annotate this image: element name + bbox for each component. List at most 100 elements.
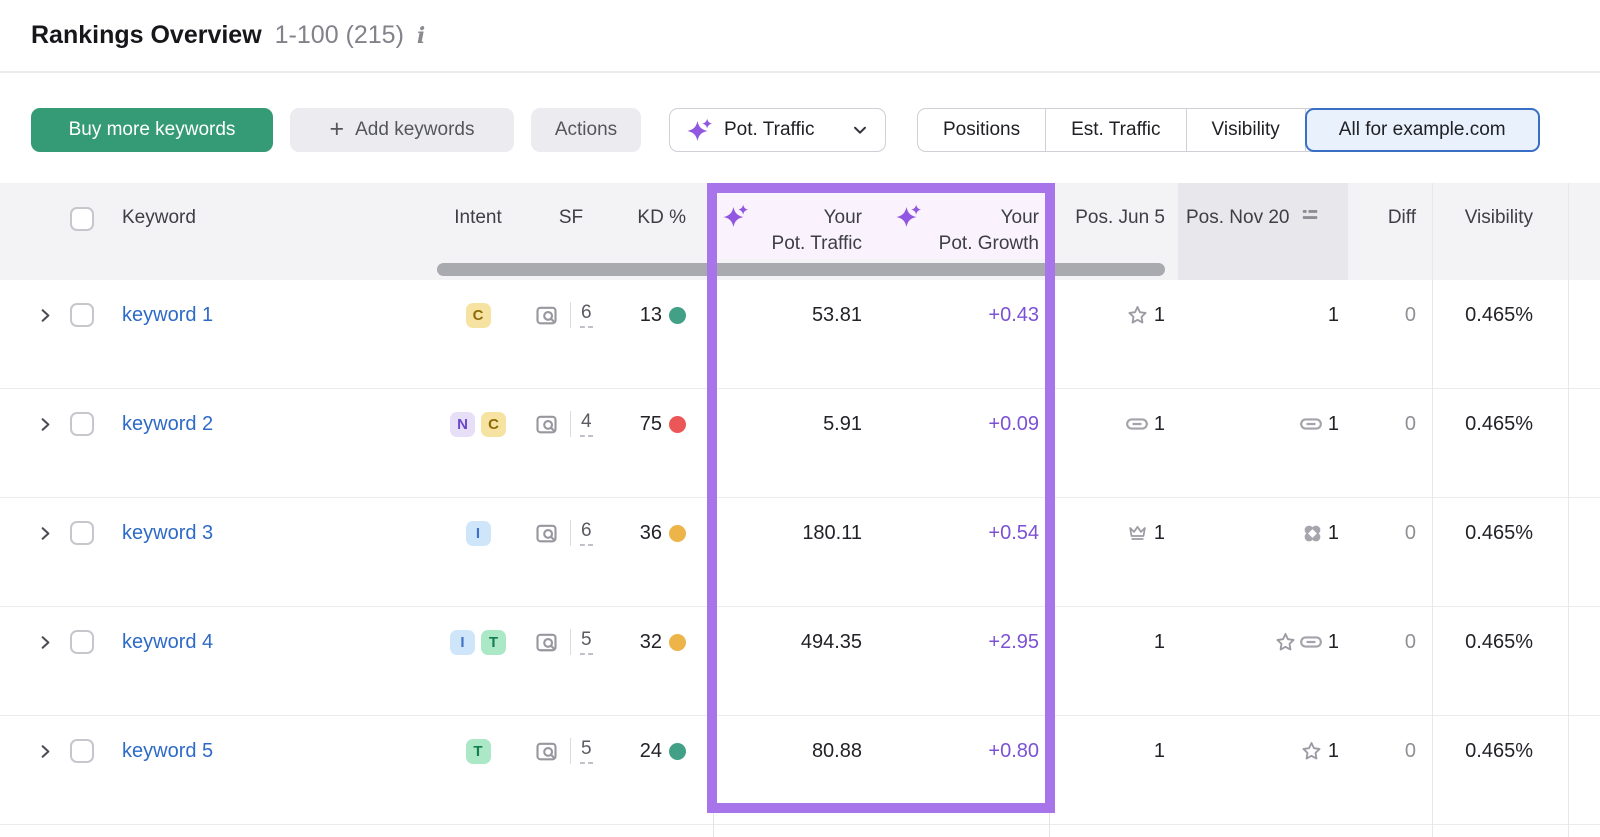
add-keywords-button[interactable]: + Add keywords	[290, 108, 514, 152]
column-header-keyword[interactable]: Keyword	[122, 205, 196, 231]
keyword-link[interactable]: keyword 5	[122, 736, 412, 766]
actions-button[interactable]: Actions	[531, 108, 641, 152]
kd-cell: 24	[606, 736, 686, 766]
rankings-overview-panel: Rankings Overview 1-100 (215) i Buy more…	[0, 0, 1600, 837]
row-checkbox[interactable]	[70, 303, 94, 327]
pot-traffic-value: 80.88	[718, 736, 862, 766]
kd-value: 32	[640, 631, 662, 654]
view-tab-all-for-example-com[interactable]: All for example.com	[1305, 108, 1540, 152]
column-header-visibility[interactable]: Visibility	[1437, 205, 1533, 231]
keyword-link[interactable]: keyword 1	[122, 300, 412, 330]
sf-count[interactable]: 5	[580, 738, 593, 764]
column-header-intent[interactable]: Intent	[426, 205, 530, 231]
keyword-link[interactable]: keyword 4	[122, 627, 412, 657]
pos-jun5-value: 1	[1154, 740, 1165, 763]
diff-value: 0	[1368, 300, 1416, 330]
column-header-sf[interactable]: SF	[528, 205, 614, 231]
row-checkbox[interactable]	[70, 412, 94, 436]
serp-features-icon[interactable]	[534, 739, 559, 764]
intent-badge-I: I	[466, 521, 491, 546]
divider	[570, 629, 571, 655]
expand-row-chevron-icon[interactable]	[36, 736, 60, 766]
clover-icon	[1302, 523, 1323, 544]
table-row: keyword 3 I 6 36 180.11 +0.54 1 1 0 0.46…	[0, 498, 1600, 607]
chevron-down-icon	[851, 121, 869, 139]
kd-level-dot	[669, 743, 686, 760]
column-header-diff[interactable]: Diff	[1368, 205, 1416, 231]
divider	[570, 520, 571, 546]
kd-value: 75	[640, 413, 662, 436]
kd-level-dot	[669, 525, 686, 542]
keyword-link[interactable]: keyword 2	[122, 409, 412, 439]
column-header-pos-jun5[interactable]: Pos. Jun 5	[1063, 205, 1165, 231]
view-tab-positions[interactable]: Positions	[918, 109, 1046, 151]
kd-value: 24	[640, 740, 662, 763]
row-checkbox[interactable]	[70, 521, 94, 545]
pos-jun5-value: 1	[1154, 304, 1165, 327]
pos-jun5-cell: 1	[1063, 409, 1165, 439]
kd-level-dot	[669, 416, 686, 433]
serp-features-icon[interactable]	[534, 303, 559, 328]
row-checkbox[interactable]	[70, 739, 94, 763]
column-header-pot-traffic[interactable]: Your Pot. Traffic	[718, 205, 862, 257]
intent-badge-T: T	[466, 739, 491, 764]
pos-nov20-cell: 1	[1185, 300, 1339, 330]
sf-count[interactable]: 5	[580, 629, 593, 655]
column-header-pos-nov20[interactable]: Pos. Nov 20	[1186, 205, 1346, 231]
expand-row-chevron-icon[interactable]	[36, 518, 60, 548]
sf-count[interactable]: 4	[580, 411, 593, 437]
kd-value: 13	[640, 304, 662, 327]
crown-icon	[1126, 522, 1149, 545]
view-switcher: PositionsEst. TrafficVisibilityAll for e…	[917, 108, 1540, 152]
table-header: Keyword Intent SF KD % Your Pot. Traffic…	[0, 183, 1600, 280]
kd-cell: 36	[606, 518, 686, 548]
expand-row-chevron-icon[interactable]	[36, 627, 60, 657]
metric-dropdown[interactable]: Pot. Traffic	[669, 108, 886, 152]
plus-icon: +	[330, 117, 345, 143]
column-header-kd[interactable]: KD %	[606, 205, 686, 231]
sort-icon[interactable]	[1299, 204, 1321, 232]
sf-count[interactable]: 6	[580, 520, 593, 546]
intent-badges: I	[426, 518, 530, 548]
serp-features-icon[interactable]	[534, 521, 559, 546]
info-icon[interactable]: i	[417, 23, 425, 49]
select-all-checkbox[interactable]	[70, 207, 94, 231]
horizontal-scrollbar[interactable]	[437, 263, 1165, 276]
pos-nov20-value: 1	[1328, 740, 1339, 763]
sorted-column-background	[1178, 183, 1348, 280]
divider	[570, 411, 571, 437]
row-checkbox[interactable]	[70, 630, 94, 654]
sf-count[interactable]: 6	[580, 302, 593, 328]
table-row: keyword 5 T 5 24 80.88 +0.80 1 1 0 0.465…	[0, 716, 1600, 825]
pos-jun5-cell: 1	[1063, 736, 1165, 766]
serp-features-icon[interactable]	[534, 412, 559, 437]
column-divider	[1049, 813, 1050, 837]
pos-nov20-value: 1	[1328, 631, 1339, 654]
intent-badges: NC	[426, 409, 530, 439]
intent-badge-N: N	[450, 412, 475, 437]
column-header-pot-growth[interactable]: Your Pot. Growth	[893, 205, 1039, 257]
expand-row-chevron-icon[interactable]	[36, 409, 60, 439]
visibility-value: 0.465%	[1437, 300, 1533, 330]
visibility-value: 0.465%	[1437, 627, 1533, 657]
pot-traffic-value: 494.35	[718, 627, 862, 657]
keyword-link[interactable]: keyword 3	[122, 518, 412, 548]
intent-badge-C: C	[481, 412, 506, 437]
expand-row-chevron-icon[interactable]	[36, 300, 60, 330]
table-row: keyword 2 NC 4 75 5.91 +0.09 1 1 0 0.465…	[0, 389, 1600, 498]
pot-traffic-value: 5.91	[718, 409, 862, 439]
pos-nov20-cell: 1	[1185, 736, 1339, 766]
serp-features-icon[interactable]	[534, 630, 559, 655]
pot-growth-value: +0.54	[893, 518, 1039, 548]
buy-more-keywords-button[interactable]: Buy more keywords	[31, 108, 273, 152]
diff-value: 0	[1368, 409, 1416, 439]
star-icon	[1274, 631, 1297, 654]
view-tab-est-traffic[interactable]: Est. Traffic	[1046, 109, 1186, 151]
star-icon	[1126, 304, 1149, 327]
pot-growth-value: +0.09	[893, 409, 1039, 439]
view-tab-visibility[interactable]: Visibility	[1187, 109, 1306, 151]
visibility-value: 0.465%	[1437, 409, 1533, 439]
kd-cell: 75	[606, 409, 686, 439]
kd-level-dot	[669, 307, 686, 324]
intent-badges: T	[426, 736, 530, 766]
